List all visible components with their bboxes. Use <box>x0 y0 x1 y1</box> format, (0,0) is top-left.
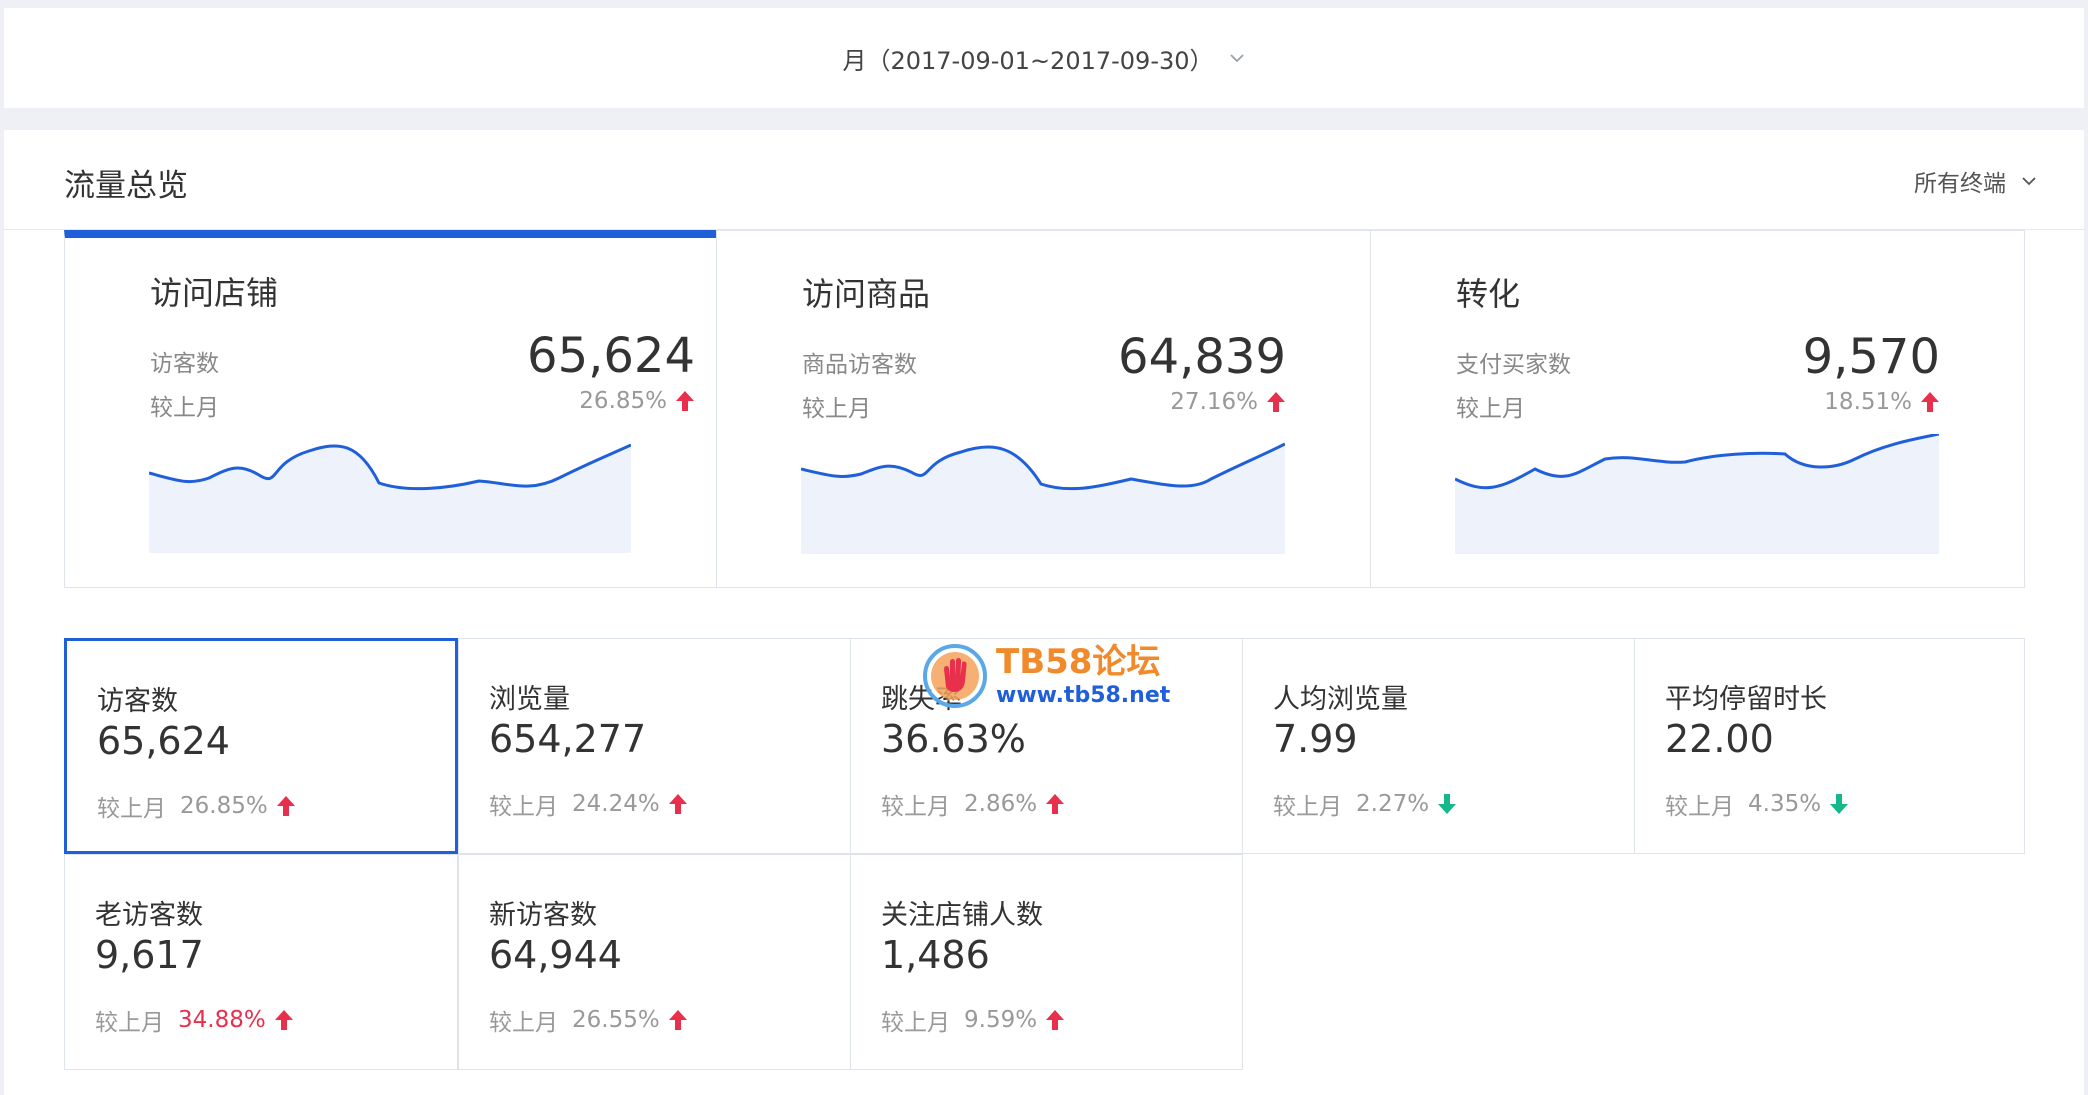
panel-header: 流量总览 所有终端 <box>4 130 2084 230</box>
metric-compare: 较上月 9.59% <box>881 1003 1065 1037</box>
compare-label: 较上月 <box>95 1010 164 1036</box>
metric-label: 浏览量 <box>489 684 570 715</box>
metric-value: 36.63% <box>881 717 1026 761</box>
traffic-overview-panel: 流量总览 所有终端 访问店铺 访客数 较上月 65,624 26.85% 访问商… <box>4 130 2084 1095</box>
card-title: 转化 <box>1456 275 1521 313</box>
compare-label: 较上月 <box>1273 794 1342 820</box>
metric-page-views[interactable]: 浏览量 654,277 较上月 24.24% <box>458 638 851 854</box>
arrow-up-icon <box>676 391 694 411</box>
sparkline-visit-shop <box>149 443 631 553</box>
metric-shop-followers[interactable]: 关注店铺人数 1,486 较上月 9.59% <box>850 854 1243 1070</box>
card-compare-label: 较上月 <box>802 396 871 422</box>
arrow-up-icon <box>276 796 295 816</box>
card-compare-label: 较上月 <box>1456 396 1525 422</box>
panel-title: 流量总览 <box>64 168 188 204</box>
card-change: 26.85% <box>579 388 695 414</box>
watermark: TB58论坛 www.tb58.net <box>922 642 1170 710</box>
date-range-label: 月（2017-09-01~2017-09-30） <box>842 46 1214 75</box>
arrow-down-icon <box>1438 794 1457 814</box>
card-title: 访问店铺 <box>150 274 279 312</box>
metric-compare: 较上月 34.88% <box>95 1003 294 1037</box>
metric-value: 654,277 <box>489 717 647 761</box>
compare-label: 较上月 <box>489 1010 558 1036</box>
metric-value: 9,617 <box>95 933 204 977</box>
metric-change: 24.24% <box>572 791 660 817</box>
metric-compare: 较上月 24.24% <box>489 787 688 821</box>
card-visit-shop[interactable]: 访问店铺 访客数 较上月 65,624 26.85% <box>64 230 719 588</box>
card-value: 65,624 <box>527 328 695 384</box>
metric-label: 人均浏览量 <box>1273 684 1408 715</box>
arrow-up-icon <box>1267 392 1285 412</box>
metric-label: 新访客数 <box>489 900 597 931</box>
compare-label: 较上月 <box>97 796 166 822</box>
metric-label: 老访客数 <box>95 900 203 931</box>
card-metric-label: 支付买家数 <box>1456 352 1571 378</box>
card-change-value: 18.51% <box>1824 389 1912 415</box>
card-change-value: 26.85% <box>579 388 667 414</box>
compare-label: 较上月 <box>881 1010 950 1036</box>
card-value: 9,570 <box>1802 329 1940 385</box>
metric-change: 9.59% <box>964 1007 1038 1033</box>
metric-value: 7.99 <box>1273 717 1358 761</box>
chevron-down-icon <box>1229 54 1244 63</box>
arrow-up-icon <box>1046 1010 1065 1030</box>
metric-change: 4.35% <box>1748 791 1822 817</box>
arrow-down-icon <box>1830 794 1849 814</box>
watermark-url: www.tb58.net <box>996 683 1171 708</box>
metric-label: 关注店铺人数 <box>881 900 1043 931</box>
metric-change: 34.88% <box>178 1007 266 1033</box>
metric-avg-stay-duration[interactable]: 平均停留时长 22.00 较上月 4.35% <box>1634 638 2025 854</box>
metric-change: 2.86% <box>964 791 1038 817</box>
metric-compare: 较上月 4.35% <box>1665 787 1849 821</box>
metric-compare: 较上月 2.27% <box>1273 787 1457 821</box>
hand-logo-icon <box>923 644 987 708</box>
terminal-select[interactable]: 所有终端 <box>1914 164 2038 198</box>
metric-new-visitors[interactable]: 新访客数 64,944 较上月 26.55% <box>458 854 851 1070</box>
chevron-down-icon <box>2022 177 2036 186</box>
card-metric-label: 商品访客数 <box>802 352 917 378</box>
date-range-select[interactable]: 月（2017-09-01~2017-09-30） <box>4 8 2084 108</box>
terminal-select-label: 所有终端 <box>1914 171 2006 197</box>
card-compare-label: 较上月 <box>150 395 219 421</box>
metric-value: 64,944 <box>489 933 622 977</box>
card-change: 18.51% <box>1824 389 1940 415</box>
metric-change: 26.55% <box>572 1007 660 1033</box>
compare-label: 较上月 <box>489 794 558 820</box>
metric-value: 22.00 <box>1665 717 1774 761</box>
card-change-value: 27.16% <box>1170 389 1258 415</box>
metric-label: 平均停留时长 <box>1665 684 1827 715</box>
card-title: 访问商品 <box>802 275 931 313</box>
metric-compare: 较上月 2.86% <box>881 787 1065 821</box>
compare-label: 较上月 <box>881 794 950 820</box>
metric-change: 2.27% <box>1356 791 1430 817</box>
arrow-up-icon <box>1046 794 1065 814</box>
card-visit-product[interactable]: 访问商品 商品访客数 较上月 64,839 27.16% <box>716 230 1371 588</box>
metric-compare: 较上月 26.55% <box>489 1003 688 1037</box>
metric-avg-page-views[interactable]: 人均浏览量 7.99 较上月 2.27% <box>1242 638 1635 854</box>
arrow-up-icon <box>1921 392 1939 412</box>
metric-compare: 较上月 26.85% <box>97 789 296 823</box>
metric-visitors[interactable]: 访客数 65,624 较上月 26.85% <box>64 638 458 854</box>
arrow-up-icon <box>668 794 687 814</box>
card-value: 64,839 <box>1118 329 1286 385</box>
metric-value: 1,486 <box>881 933 990 977</box>
arrow-up-icon <box>668 1010 687 1030</box>
card-metric-label: 访客数 <box>150 351 219 377</box>
metric-value: 65,624 <box>97 719 230 763</box>
sparkline-conversion <box>1455 434 1939 554</box>
compare-label: 较上月 <box>1665 794 1734 820</box>
card-conversion[interactable]: 转化 支付买家数 较上月 9,570 18.51% <box>1370 230 2025 588</box>
arrow-up-icon <box>274 1010 293 1030</box>
date-filter-bar: 月（2017-09-01~2017-09-30） <box>4 8 2084 108</box>
metric-label: 访客数 <box>97 686 178 717</box>
metric-change: 26.85% <box>180 793 268 819</box>
sparkline-visit-product <box>801 442 1285 554</box>
card-change: 27.16% <box>1170 389 1286 415</box>
watermark-name: TB58论坛 <box>996 642 1161 682</box>
metric-returning-visitors[interactable]: 老访客数 9,617 较上月 34.88% <box>64 854 458 1070</box>
